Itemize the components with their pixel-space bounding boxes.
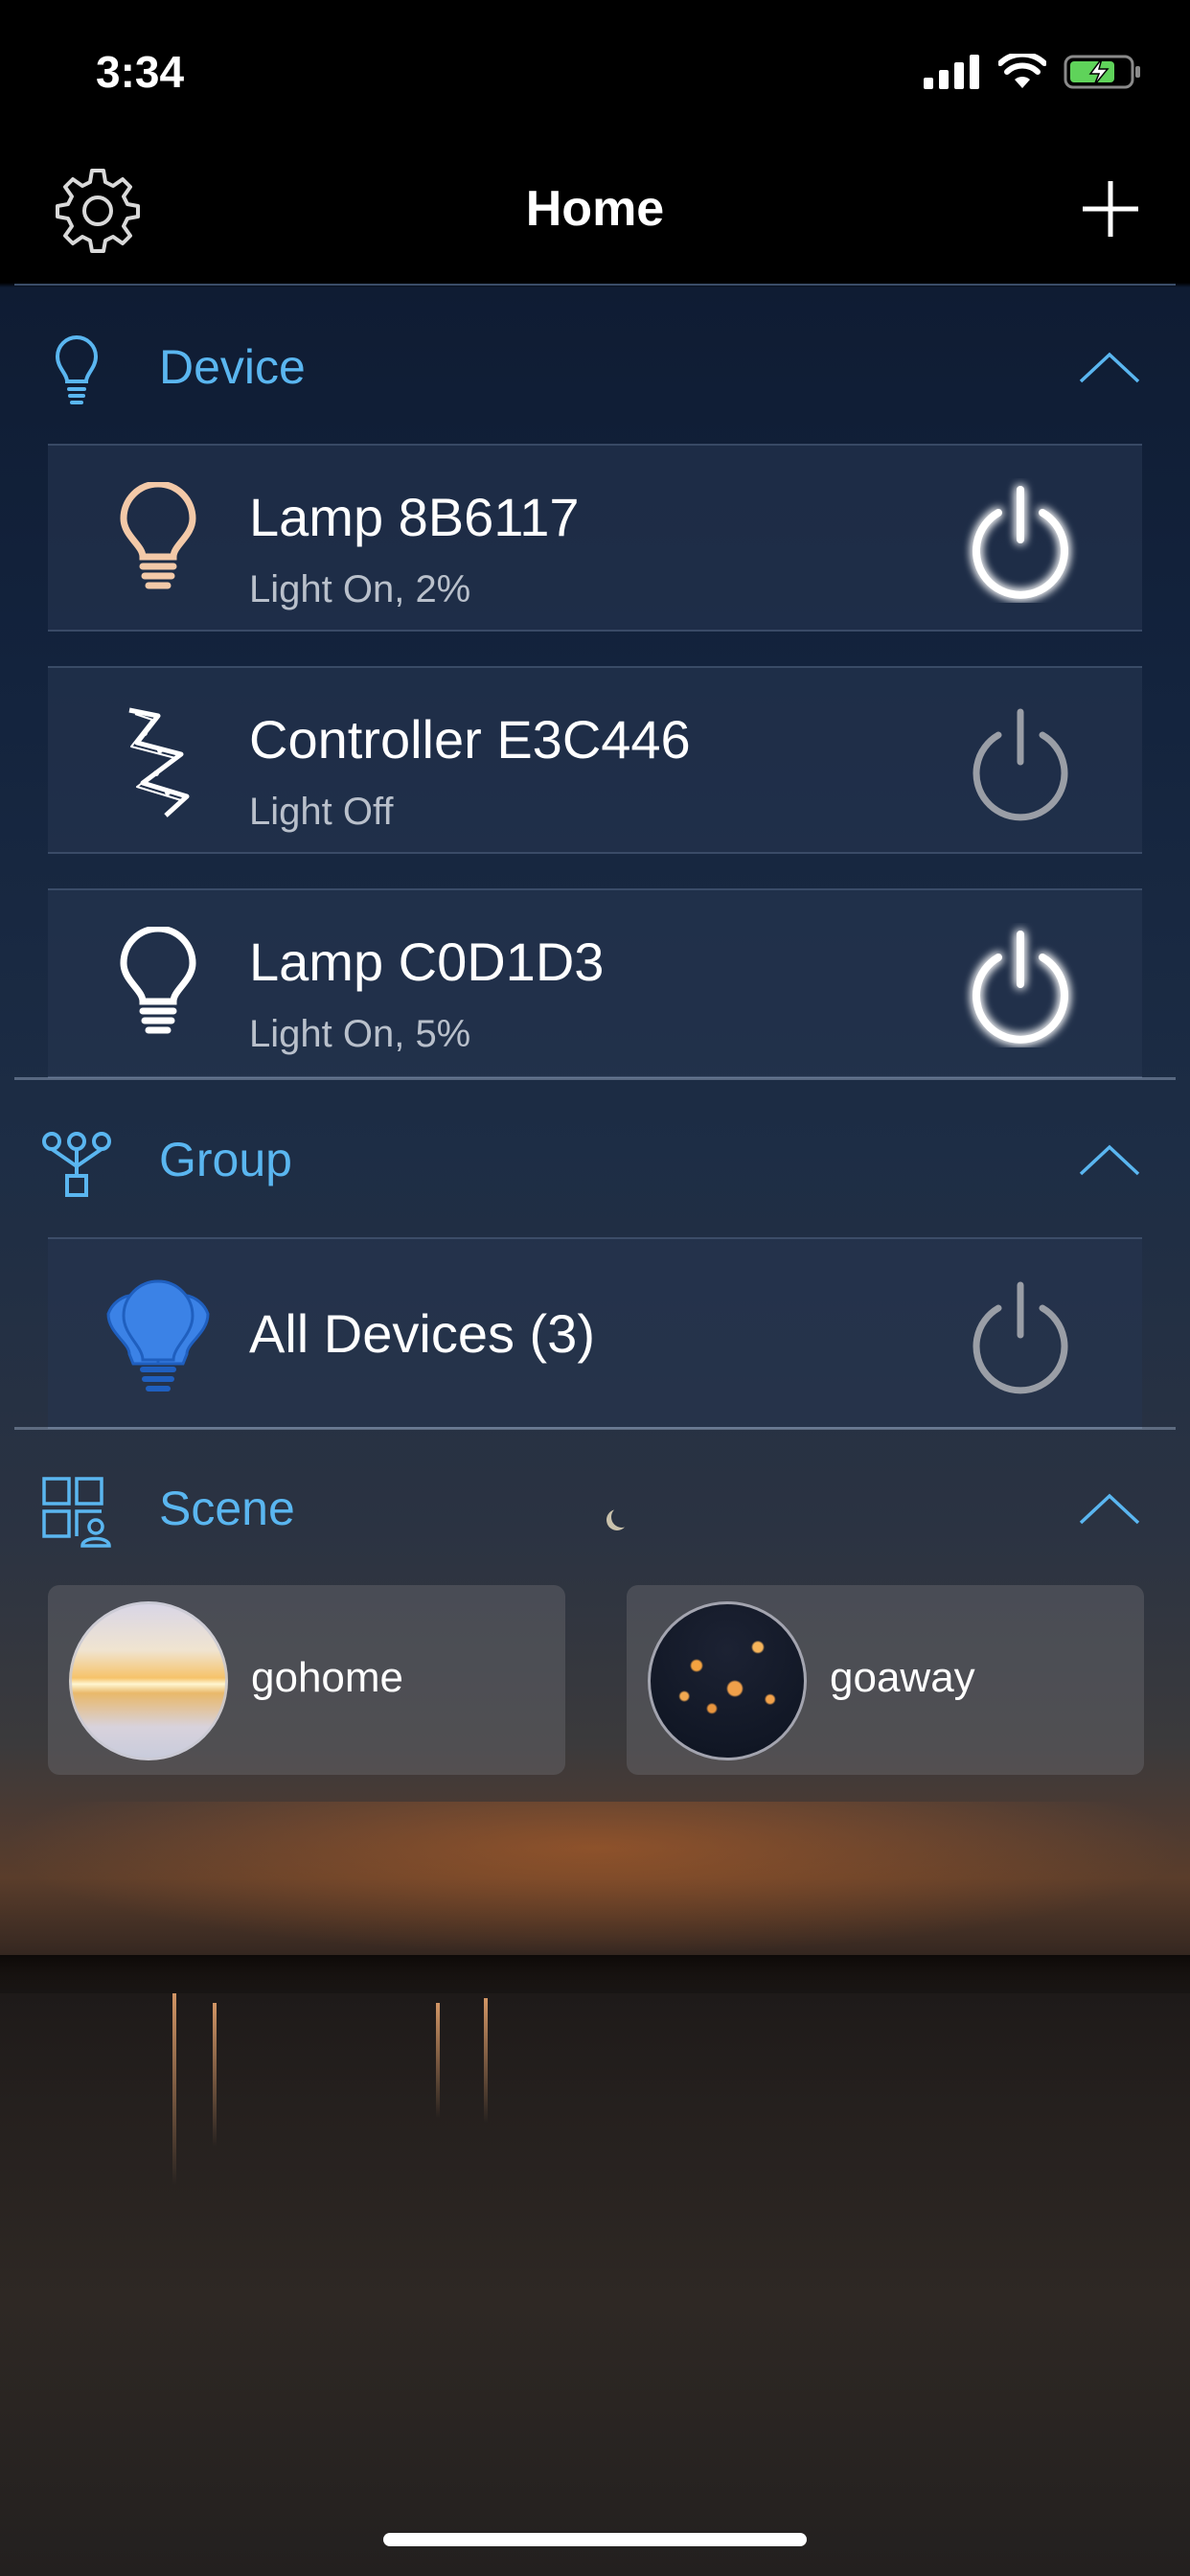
add-button[interactable] xyxy=(1079,177,1142,241)
scene-thumbnail-lanterns xyxy=(648,1601,807,1760)
battery-charging-icon xyxy=(1064,55,1140,89)
group-section-header[interactable]: Group xyxy=(0,1105,1190,1210)
home-indicator[interactable] xyxy=(383,2533,807,2546)
section-divider xyxy=(14,1077,1176,1080)
lightbulb-icon xyxy=(120,482,196,589)
chevron-up-icon[interactable] xyxy=(1079,1492,1140,1527)
horizon-silhouette xyxy=(0,1955,1190,1993)
device-row-controller-e3c446[interactable]: Controller E3C446 Light Off xyxy=(48,666,1142,854)
navigation-bar: Home xyxy=(0,144,1190,283)
chevron-up-icon[interactable] xyxy=(1079,351,1140,385)
device-status: Light On, 5% xyxy=(249,1013,471,1055)
group-section-title: Group xyxy=(159,1133,292,1186)
device-name: Lamp 8B6117 xyxy=(249,487,580,547)
device-section-header[interactable]: Device xyxy=(0,312,1190,418)
status-bar: 3:34 xyxy=(0,0,1190,144)
wifi-icon xyxy=(998,54,1046,88)
light-reflection xyxy=(172,1993,176,2185)
power-icon[interactable] xyxy=(958,1274,1083,1398)
device-status: Light On, 2% xyxy=(249,568,471,610)
status-icons xyxy=(924,53,1142,91)
scene-grid-icon xyxy=(42,1477,111,1548)
status-time: 3:34 xyxy=(96,47,185,97)
device-row-lamp-c0d1d3[interactable]: Lamp C0D1D3 Light On, 5% xyxy=(48,888,1142,1078)
group-nodes-icon xyxy=(42,1132,111,1197)
section-divider xyxy=(14,1427,1176,1430)
power-icon[interactable] xyxy=(958,923,1083,1047)
device-name: Controller E3C446 xyxy=(249,709,691,770)
device-row-lamp-8b6117[interactable]: Lamp 8B6117 Light On, 2% xyxy=(48,444,1142,632)
nav-divider xyxy=(14,284,1176,286)
plus-icon xyxy=(1083,181,1138,237)
horizon-glow xyxy=(0,1802,1190,1955)
chevron-up-icon[interactable] xyxy=(1079,1143,1140,1178)
scene-card-gohome[interactable]: gohome xyxy=(48,1585,565,1775)
device-status: Light Off xyxy=(249,791,394,833)
light-reflection xyxy=(436,2003,440,2118)
group-row-all-devices[interactable]: All Devices (3) xyxy=(48,1237,1142,1429)
scene-section-title: Scene xyxy=(159,1482,295,1535)
scene-name: goaway xyxy=(830,1654,975,1701)
scene-section-header[interactable]: Scene xyxy=(0,1454,1190,1559)
light-reflection xyxy=(484,1998,488,2123)
group-name: All Devices (3) xyxy=(249,1303,595,1364)
lightbulb-outline-icon xyxy=(55,335,99,404)
device-section-title: Device xyxy=(159,340,306,394)
group-bulbs-icon xyxy=(106,1279,210,1392)
cellular-signal-icon xyxy=(924,55,979,89)
scene-thumbnail-sunset xyxy=(69,1601,228,1760)
scene-card-goaway[interactable]: goaway xyxy=(627,1585,1144,1775)
power-icon[interactable] xyxy=(958,478,1083,603)
page-title: Home xyxy=(525,181,665,237)
device-name: Lamp C0D1D3 xyxy=(249,932,605,992)
light-reflection xyxy=(213,2003,217,2147)
power-icon[interactable] xyxy=(958,701,1083,825)
led-strip-icon xyxy=(128,707,190,817)
lightbulb-icon xyxy=(120,927,196,1034)
scene-name: gohome xyxy=(251,1654,404,1701)
